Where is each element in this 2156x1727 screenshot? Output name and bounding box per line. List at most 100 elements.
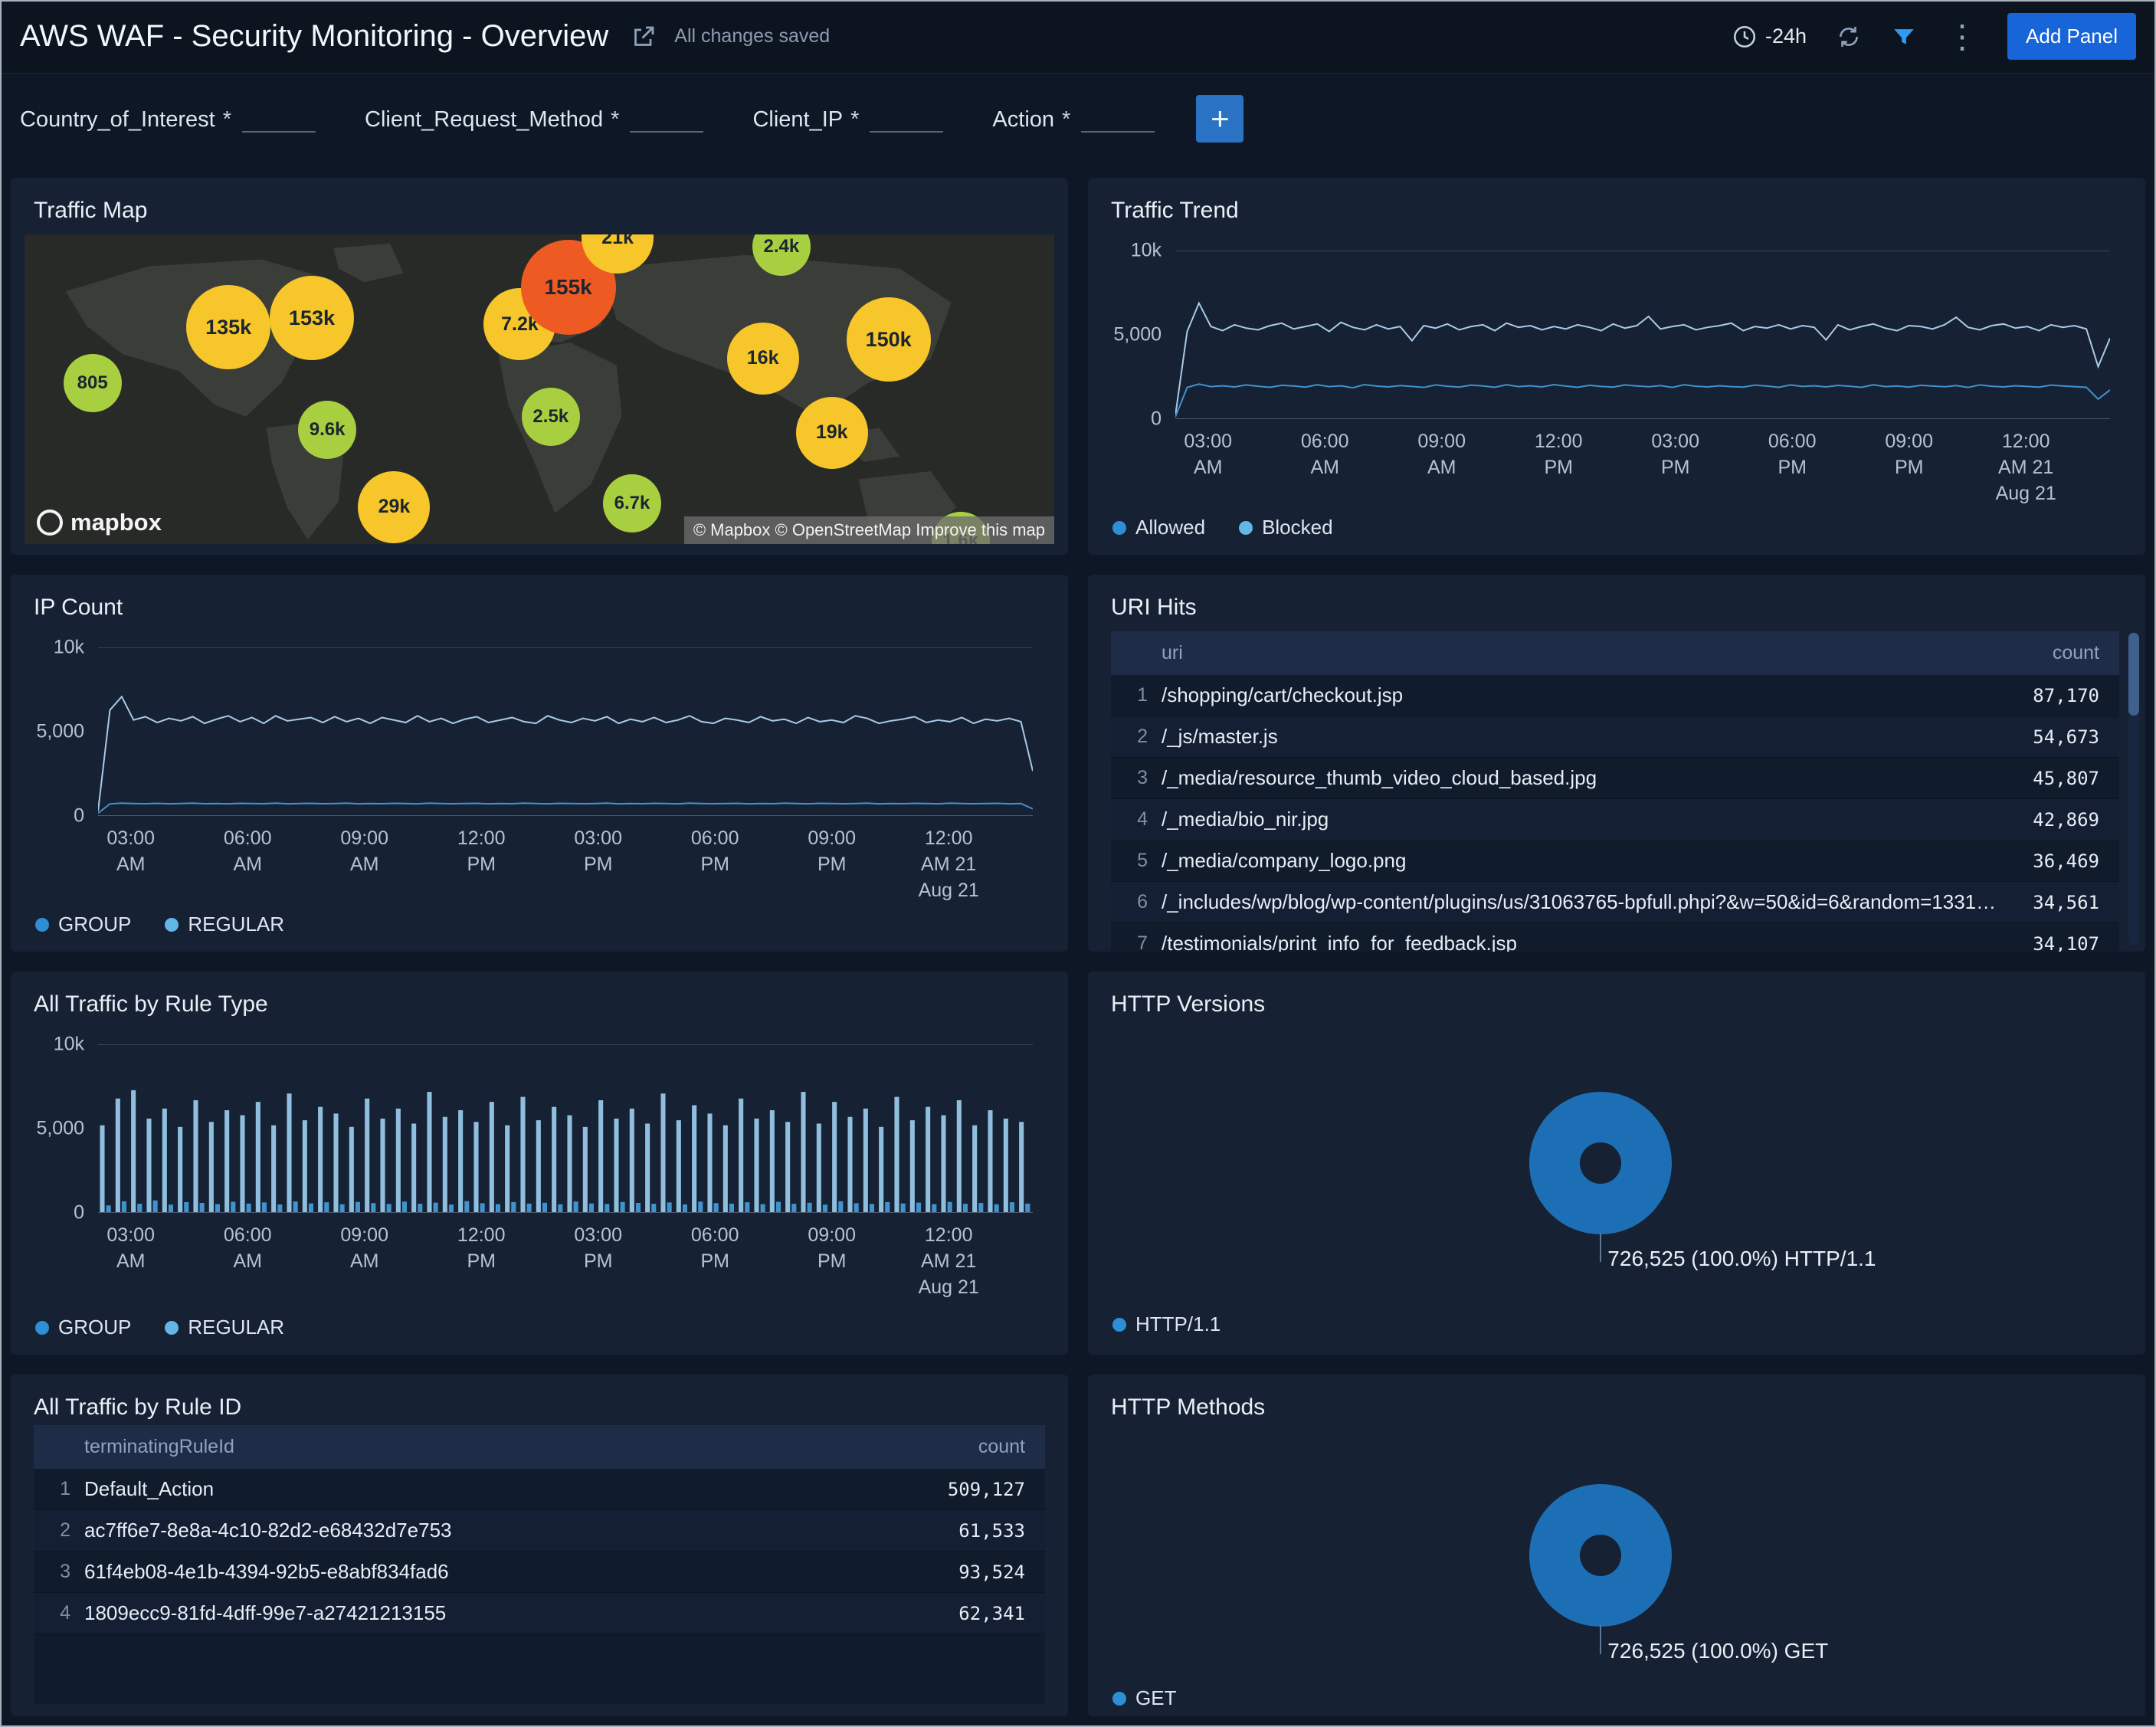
row-key: 1809ecc9-81fd-4dff-99e7-a27421213155 (70, 1601, 930, 1625)
chart-legend: GET (1112, 1686, 1176, 1710)
map-bubble[interactable]: 2.5k (522, 388, 580, 446)
filter-required-mark: * (1062, 107, 1070, 133)
x-axis-label: 03:00AM (106, 1223, 155, 1275)
legend-dot (1112, 521, 1126, 535)
share-icon[interactable] (630, 23, 657, 51)
http-versions-donut-chart[interactable] (1529, 1092, 1672, 1234)
map-bubble[interactable]: 16k (727, 323, 799, 395)
x-axis-label: 06:00PM (1768, 429, 1817, 481)
map-bubble[interactable]: 2.4k (752, 234, 811, 276)
legend-dot (1112, 1318, 1126, 1332)
filter-required-mark: * (611, 107, 619, 133)
map-attribution[interactable]: © Mapbox © OpenStreetMap Improve this ma… (684, 516, 1054, 544)
table-row[interactable]: 1/shopping/cart/checkout.jsp87,170 (1111, 675, 2119, 716)
column-header[interactable]: terminatingRuleId (70, 1436, 930, 1458)
chart-legend: Allowed Blocked (1112, 516, 1333, 539)
legend-dot (35, 918, 49, 932)
add-filter-button[interactable]: + (1196, 95, 1243, 143)
table-row[interactable]: 41809ecc9-81fd-4dff-99e7-a2742121315562,… (34, 1593, 1045, 1634)
legend-item[interactable]: GROUP (35, 1316, 131, 1339)
save-status: All changes saved (674, 25, 830, 48)
table-row[interactable]: 4/_media/bio_nir.jpg42,869 (1111, 799, 2119, 841)
filter-action: Action* (992, 105, 1155, 133)
map-bubble[interactable]: 153k (270, 276, 354, 360)
scrollbar-thumb[interactable] (2128, 633, 2139, 716)
refresh-icon[interactable] (1836, 24, 1862, 50)
row-count: 93,524 (930, 1562, 1045, 1583)
row-count: 509,127 (930, 1479, 1045, 1500)
column-header[interactable]: uri (1148, 642, 2004, 664)
row-count: 61,533 (930, 1520, 1045, 1542)
map-bubble[interactable]: 29k (358, 471, 430, 543)
donut-callout: 726,525 (100.0%) GET (1600, 1625, 1828, 1654)
table-row[interactable]: 5/_media/company_logo.png36,469 (1111, 841, 2119, 882)
table-row[interactable]: 6/_includes/wp/blog/wp-content/plugins/u… (1111, 882, 2119, 923)
donut-callout: 726,525 (100.0%) HTTP/1.1 (1600, 1233, 1876, 1262)
ip-count-line-chart[interactable]: 03:00AM06:00AM09:00AM12:00PM03:00PM06:00… (98, 647, 1033, 816)
rule-type-bar-chart[interactable]: 03:00AM06:00AM09:00AM12:00PM03:00PM06:00… (98, 1044, 1033, 1213)
panel-traffic-trend: Traffic Trend 10k5,0000 03:00AM06:00AM09… (1088, 178, 2145, 555)
panel-uri-hits: URI Hits uricount1/shopping/cart/checkou… (1088, 575, 2145, 952)
table-row[interactable]: 3/_media/resource_thumb_video_cloud_base… (1111, 758, 2119, 799)
filter-label: Client_Request_Method (365, 107, 603, 133)
map-bubble[interactable]: 135k (186, 285, 270, 369)
filter-client_request_method: Client_Request_Method * (365, 105, 703, 133)
legend-item[interactable]: Blocked (1239, 516, 1333, 539)
legend-item[interactable]: REGULAR (165, 1316, 284, 1339)
map-bubble[interactable]: 9.6k (298, 401, 356, 459)
row-count: 62,341 (930, 1603, 1045, 1624)
clock-icon (1732, 24, 1758, 50)
filter-label: Client_IP (752, 107, 843, 133)
dashboard-page: { "header": { "title": "AWS WAF - Securi… (0, 0, 2156, 1727)
filter-input[interactable] (630, 105, 703, 133)
filter-bar: Country_of_Interest*Client_Request_Metho… (0, 74, 2156, 164)
y-axis-label: 5,000 (1113, 324, 1162, 346)
filter-input[interactable] (242, 105, 316, 133)
map-bubble[interactable]: 150k (847, 297, 931, 382)
filter-icon[interactable] (1891, 24, 1917, 50)
table-row[interactable]: 2/_js/master.js54,673 (1111, 716, 2119, 758)
row-rank: 2 (34, 1519, 70, 1542)
map-bubble[interactable]: 6.7k (603, 474, 661, 533)
legend-item[interactable]: GROUP (35, 913, 131, 936)
filter-input[interactable] (1081, 105, 1155, 133)
table-row[interactable]: 2ac7ff6e7-8e8a-4c10-82d2-e68432d7e75361,… (34, 1510, 1045, 1552)
legend-item[interactable]: Allowed (1112, 516, 1205, 539)
x-axis: 03:00AM06:00AM09:00AM12:00PM03:00PM06:00… (1175, 418, 2110, 518)
dashboard-title: AWS WAF - Security Monitoring - Overview (20, 19, 608, 54)
column-header[interactable]: count (930, 1436, 1045, 1458)
x-axis-label: 09:00PM (1885, 429, 1933, 481)
row-key: /shopping/cart/checkout.jsp (1148, 683, 2004, 707)
panel-title: Traffic Trend (1111, 198, 2145, 224)
table-row[interactable]: 7/testimonials/print_info_for_feedback.j… (1111, 923, 2119, 952)
row-rank: 4 (1111, 808, 1148, 831)
table-row[interactable]: 1Default_Action509,127 (34, 1469, 1045, 1510)
row-count: 34,561 (2004, 892, 2119, 913)
table-scrollbar[interactable] (2128, 631, 2139, 945)
mapbox-logo[interactable]: mapbox (37, 509, 162, 536)
x-axis-label: 03:00PM (574, 1223, 622, 1275)
time-range-label: -24h (1765, 25, 1807, 48)
column-header[interactable]: count (2004, 642, 2119, 664)
table-row[interactable]: 361f4eb08-4e1b-4394-92b5-e8abf834fad693,… (34, 1552, 1045, 1593)
legend-item[interactable]: REGULAR (165, 913, 284, 936)
row-key: ac7ff6e7-8e8a-4c10-82d2-e68432d7e753 (70, 1519, 930, 1542)
kebab-menu-icon[interactable]: ⋮ (1946, 21, 1978, 53)
http-methods-donut-chart[interactable] (1529, 1484, 1672, 1627)
x-axis-label: 09:00AM (340, 826, 388, 878)
row-count: 42,869 (2004, 809, 2119, 831)
map-bubble[interactable]: 805 (64, 354, 122, 412)
add-panel-button[interactable]: Add Panel (2007, 13, 2136, 60)
traffic-map[interactable]: 805135k153k9.6k29k7.2k155k21k2.5k2.4k16k… (25, 234, 1054, 544)
legend-item[interactable]: HTTP/1.1 (1112, 1312, 1221, 1336)
map-bubble[interactable]: 19k (796, 397, 868, 469)
time-range-button[interactable]: -24h (1732, 24, 1807, 50)
x-axis-label: 12:00PM (1535, 429, 1583, 481)
row-key: /testimonials/print_info_for_feedback.js… (1148, 932, 2004, 952)
panel-traffic-map: Traffic Map 805135k153k9.6k29k7.2k155k21… (11, 178, 1068, 555)
legend-dot (165, 918, 179, 932)
legend-item[interactable]: GET (1112, 1686, 1176, 1710)
traffic-trend-line-chart[interactable]: 03:00AM06:00AM09:00AM12:00PM03:00PM06:00… (1175, 251, 2110, 419)
filter-input[interactable] (870, 105, 943, 133)
row-key: Default_Action (70, 1477, 930, 1501)
